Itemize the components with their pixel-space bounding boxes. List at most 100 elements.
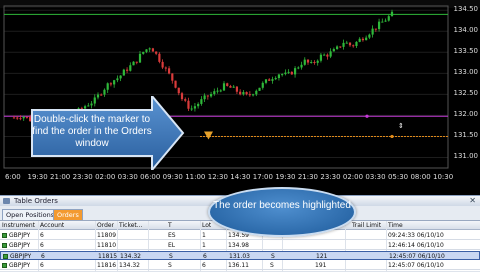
candle-body <box>361 38 365 41</box>
cell-lot: 6 <box>202 262 206 269</box>
col-type[interactable]: T <box>168 221 172 230</box>
col-instrument[interactable]: Instrument <box>2 221 35 230</box>
y-tick-label: 134.00 <box>453 26 479 35</box>
pin-icon[interactable] <box>3 198 10 204</box>
cell-instrument: GBPJPY <box>9 242 31 249</box>
candle-body <box>293 68 297 75</box>
candle-body <box>190 108 193 110</box>
table-row[interactable]: GBPJPY 6 11816 134.32 S 6 136.11 S 191 12:45:07 0… <box>0 261 480 270</box>
cell-account: 6 <box>40 262 44 269</box>
x-tick-label: 03:30 <box>117 173 138 181</box>
candle-body <box>284 72 287 75</box>
candle-body <box>164 67 167 69</box>
order-stop-icon: ⇕ <box>398 122 404 130</box>
cell-extra: 121 <box>316 253 328 260</box>
candle-body <box>316 60 319 63</box>
candle-body <box>187 100 190 109</box>
cell-lot: 6 <box>203 253 207 260</box>
candle-body <box>222 83 226 91</box>
candle-body <box>245 92 248 95</box>
candle-body <box>310 62 313 64</box>
close-icon[interactable]: ✕ <box>469 196 476 206</box>
candle-body <box>271 79 274 81</box>
x-tick-label: 19:30 <box>275 173 296 181</box>
order-line-dot <box>390 134 394 139</box>
x-tick-label: 23:30 <box>72 173 93 181</box>
cell-ticket: 134.32 <box>119 262 140 269</box>
cell-time: 12:45:07 06/10/10 <box>389 253 445 260</box>
x-tick-label: 19:30 <box>27 173 48 181</box>
candle-body <box>377 21 381 30</box>
table-row[interactable]: GBPJPY 6 11810 EL 1 134.98 12:46:14 06/10/10 <box>0 241 480 250</box>
x-tick-label: 6:00 <box>5 173 21 181</box>
candle-body <box>103 89 106 95</box>
y-tick-label: 133.50 <box>453 47 479 56</box>
candle-body <box>155 51 158 54</box>
candle-body <box>264 79 268 83</box>
candle-body <box>323 54 326 56</box>
candle-body <box>297 67 300 69</box>
col-trail-limit[interactable]: Trail Limit <box>352 221 381 230</box>
marker-callout-text: Double-click the marker to find the orde… <box>32 114 152 149</box>
candle-body <box>200 99 203 104</box>
candle-body <box>329 51 332 57</box>
candle-body <box>381 21 384 23</box>
candle-body <box>148 48 151 50</box>
candle-body <box>216 90 219 92</box>
candle-body <box>274 78 277 80</box>
cell-order: 11816 <box>97 262 117 269</box>
candle-body <box>22 116 25 119</box>
candle-body <box>242 92 245 95</box>
candle-body <box>258 87 261 91</box>
cell-instrument: GBPJPY <box>10 253 32 260</box>
table-row[interactable]: GBPJPY 6 11815 134.32 S 6 131.03 S 121 12:45:07 0… <box>0 251 480 260</box>
candle-body <box>303 59 306 65</box>
candle-body <box>206 95 209 97</box>
tab-open-positions[interactable]: Open Positions <box>2 209 59 220</box>
cell-price: 131.03 <box>229 253 250 260</box>
candle-body <box>171 73 174 81</box>
candle-body <box>145 49 148 52</box>
x-tick-label: 11:00 <box>185 173 206 181</box>
candle-body <box>116 78 119 81</box>
cell-time: 09:24:33 06/10/10 <box>388 232 444 239</box>
y-tick-label: 131.50 <box>453 131 479 140</box>
candle-body <box>287 71 290 73</box>
y-tick-label: 131.00 <box>453 152 479 161</box>
x-tick-label: 02:00 <box>95 173 116 181</box>
col-order[interactable]: Order <box>97 221 114 230</box>
candle-body <box>387 16 390 21</box>
y-tick-label: 132.50 <box>453 89 479 98</box>
col-account[interactable]: Account <box>40 221 64 230</box>
candle-body <box>335 46 339 50</box>
candle-body <box>197 103 200 107</box>
candle-body <box>135 61 138 63</box>
cell-ticket: 134.32 <box>120 253 141 260</box>
cell-order: 11810 <box>97 242 117 249</box>
candle-body <box>342 42 345 47</box>
cell-time: 12:45:07 06/10/10 <box>388 262 444 269</box>
order-status-icon <box>2 243 7 248</box>
pink-line-dot <box>365 114 369 118</box>
col-time[interactable]: Time <box>388 221 403 230</box>
cell-account: 6 <box>40 232 44 239</box>
col-ticket[interactable]: Ticket... <box>119 221 142 230</box>
candle-body <box>300 64 303 68</box>
tab-orders[interactable]: Orders <box>53 209 83 220</box>
cell-type: EL <box>168 242 176 249</box>
cell-instrument: GBPJPY <box>9 232 31 239</box>
candle-body <box>151 48 155 52</box>
candle-body <box>19 118 22 120</box>
col-lot[interactable]: Lot <box>202 221 211 230</box>
highlight-callout: The order becomes highlighted <box>208 187 356 237</box>
cell-instrument: GBPJPY <box>9 262 31 269</box>
cell-order: 11809 <box>97 232 117 239</box>
x-tick-label: 17:00 <box>252 173 273 181</box>
candle-body <box>268 79 271 81</box>
candle-body <box>142 51 145 54</box>
x-tick-label: 03:30 <box>365 173 386 181</box>
order-status-icon <box>3 254 8 259</box>
candle-body <box>138 53 142 63</box>
candle-body <box>193 106 197 109</box>
x-tick-label: 06:00 <box>140 173 161 181</box>
